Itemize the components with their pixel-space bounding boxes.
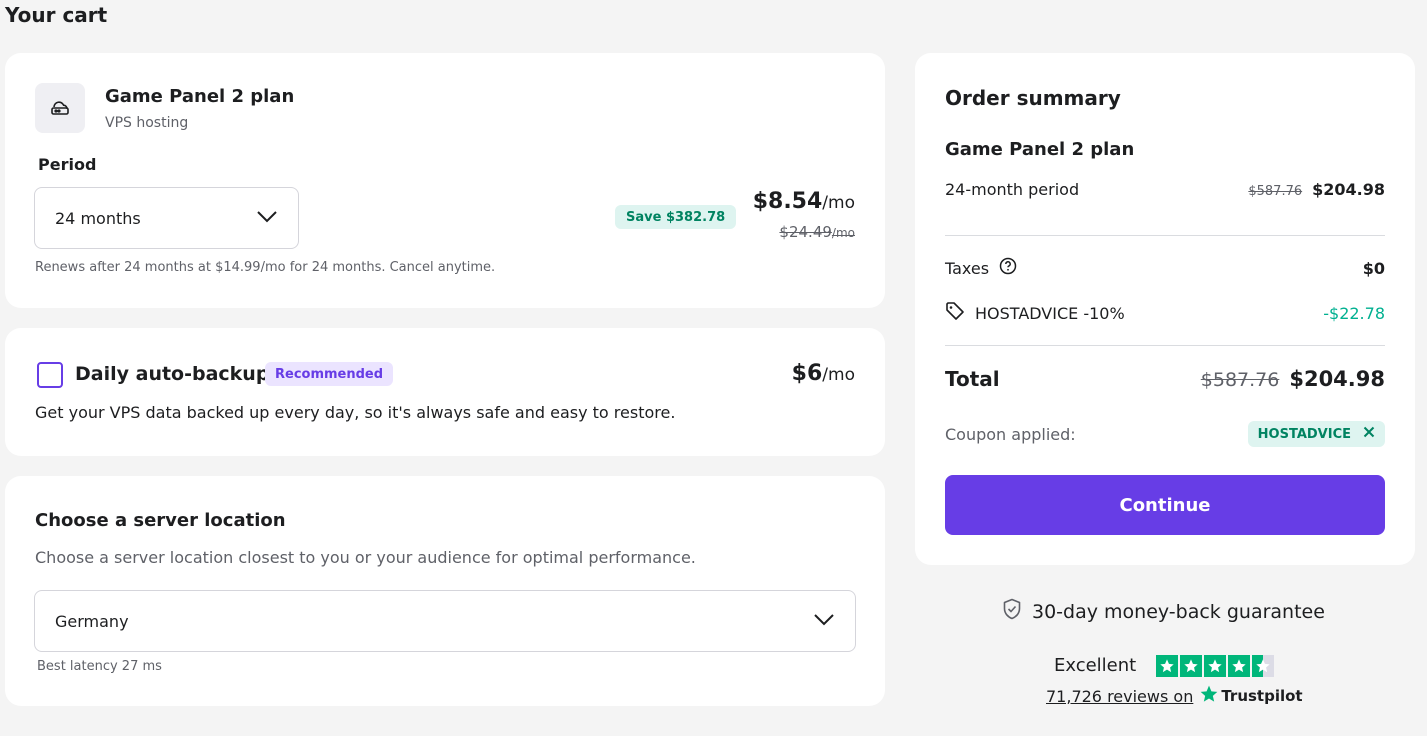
tag-icon — [945, 301, 965, 325]
summary-taxes-row: Taxes $0 — [945, 257, 1385, 279]
total-old-price: $587.76 — [1200, 369, 1280, 391]
order-summary-card: Order summary Game Panel 2 plan 24-month… — [915, 53, 1415, 565]
summary-period-row: 24-month period $587.76 $204.98 — [945, 180, 1385, 199]
period-select[interactable]: 24 months — [34, 187, 299, 249]
taxes-value: $0 — [1362, 258, 1385, 278]
discount-label-group: HOSTADVICE -10% — [945, 301, 1125, 325]
help-circle-icon[interactable] — [999, 257, 1017, 279]
summary-total-row: Total $587.76 $204.98 — [945, 367, 1385, 391]
location-title: Choose a server location — [35, 510, 286, 531]
summary-period-price: $204.98 — [1312, 180, 1385, 199]
plan-price-unit: /mo — [822, 193, 855, 213]
summary-plan-name: Game Panel 2 plan — [945, 139, 1135, 160]
plan-price-value: $8.54 — [752, 189, 823, 214]
shield-check-icon — [1002, 598, 1022, 625]
coupon-code: HOSTADVICE — [1257, 426, 1351, 442]
backup-price-unit: /mo — [822, 365, 855, 385]
guarantee-text: 30-day money-back guarantee — [1032, 600, 1325, 623]
trustpilot-logo: Trustpilot — [1199, 684, 1303, 708]
discount-label: HOSTADVICE -10% — [975, 303, 1125, 323]
star-icon — [1228, 655, 1250, 677]
trustpilot-reviews: 71,726 reviews on Trustpilot — [1046, 684, 1303, 708]
location-card: Choose a server location Choose a server… — [5, 476, 885, 706]
location-select-value: Germany — [55, 611, 129, 631]
backup-card: Daily auto-backup Recommended $6/mo Get … — [5, 328, 885, 456]
cloud-server-icon — [35, 83, 85, 133]
backup-price-value: $6 — [791, 361, 823, 386]
chevron-down-icon — [813, 612, 835, 631]
chevron-down-icon — [256, 209, 278, 228]
discount-value: -$22.78 — [1323, 303, 1385, 323]
trustpilot-rating-label: Excellent — [1054, 655, 1137, 676]
money-back-guarantee: 30-day money-back guarantee — [1002, 598, 1325, 625]
coupon-chip: HOSTADVICE — [1247, 421, 1385, 447]
summary-period-label: 24-month period — [945, 180, 1080, 199]
save-badge: Save $382.78 — [615, 205, 737, 229]
close-icon[interactable] — [1363, 426, 1375, 442]
renew-note: Renews after 24 months at $14.99/mo for … — [35, 260, 496, 275]
star-icon — [1156, 655, 1178, 677]
summary-discount-row: HOSTADVICE -10% -$22.78 — [945, 301, 1385, 325]
continue-button[interactable]: Continue — [945, 475, 1385, 535]
trustpilot-brand: Trustpilot — [1221, 687, 1303, 705]
backup-price: $6/mo — [792, 361, 855, 386]
divider — [945, 345, 1385, 346]
taxes-label-group: Taxes — [945, 257, 1017, 279]
location-select[interactable]: Germany — [34, 590, 856, 652]
total-prices: $587.76 $204.98 — [1201, 367, 1385, 391]
total-price: $204.98 — [1289, 367, 1385, 391]
period-select-value: 24 months — [55, 208, 141, 228]
page-title: Your cart — [5, 3, 108, 27]
total-label: Total — [945, 367, 1000, 391]
star-icon — [1204, 655, 1226, 677]
backup-title: Daily auto-backup — [75, 363, 270, 385]
taxes-label: Taxes — [945, 258, 990, 278]
star-icon — [1180, 655, 1202, 677]
summary-period-prices: $587.76 $204.98 — [1248, 180, 1385, 199]
summary-coupon-row: Coupon applied: HOSTADVICE — [945, 421, 1385, 447]
backup-checkbox[interactable] — [37, 362, 63, 388]
trustpilot-star-icon — [1199, 684, 1219, 708]
trustpilot-reviews-link[interactable]: 71,726 reviews on — [1046, 687, 1193, 706]
plan-price: $8.54/mo — [753, 189, 855, 214]
divider — [945, 235, 1385, 236]
backup-description: Get your VPS data backed up every day, s… — [35, 403, 676, 422]
coupon-label: Coupon applied: — [945, 424, 1076, 444]
trustpilot-stars — [1156, 655, 1274, 677]
plan-card: Game Panel 2 plan VPS hosting Period 24 … — [5, 53, 885, 308]
location-description: Choose a server location closest to you … — [35, 548, 696, 567]
half-star-icon — [1252, 655, 1274, 677]
summary-period-old-price: $587.76 — [1248, 184, 1303, 199]
plan-title: Game Panel 2 plan — [105, 86, 295, 107]
plan-old-price: $24.49/mo — [779, 223, 855, 241]
save-badge-text: Save $382.78 — [626, 209, 726, 225]
plan-old-price-unit: /mo — [831, 226, 855, 240]
plan-subtitle: VPS hosting — [105, 115, 189, 131]
latency-note: Best latency 27 ms — [37, 659, 162, 674]
plan-old-price-value: $24.49 — [779, 223, 832, 241]
period-label: Period — [38, 155, 97, 174]
order-summary-title: Order summary — [945, 86, 1121, 110]
recommended-badge: Recommended — [265, 362, 394, 386]
